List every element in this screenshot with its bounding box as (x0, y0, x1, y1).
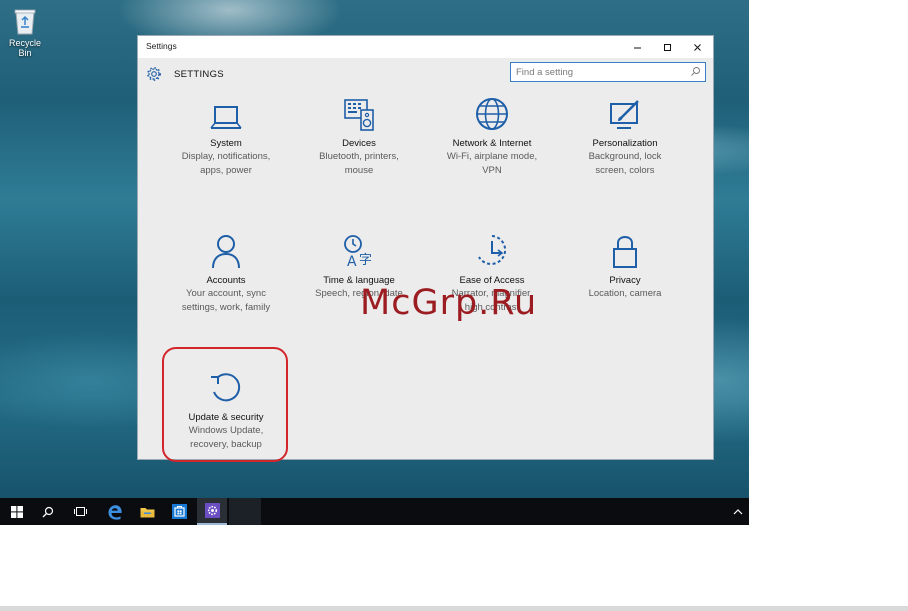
recycle-bin-label: Recycle Bin (8, 38, 41, 58)
minimize-button[interactable] (625, 36, 649, 58)
file-explorer-button[interactable] (132, 498, 162, 525)
search-box[interactable] (510, 62, 706, 82)
maximize-button[interactable] (655, 36, 679, 58)
windows-logo-icon (11, 505, 23, 518)
globe-icon (476, 98, 508, 130)
search-input[interactable] (511, 63, 686, 81)
highlight-circle (162, 347, 288, 462)
edge-button[interactable] (100, 498, 130, 525)
tile-network-internet[interactable]: Network & Internet Wi-Fi, airplane mode,… (431, 94, 553, 177)
tile-accounts[interactable]: Accounts Your account, sync settings, wo… (165, 231, 287, 314)
edge-icon (108, 504, 122, 520)
start-button[interactable] (2, 498, 32, 525)
tile-label: Accounts (206, 275, 246, 286)
page-footer-rule (0, 606, 908, 611)
chevron-up-icon (733, 509, 743, 515)
tile-personalization[interactable]: Personalization Background, lock screen,… (564, 94, 686, 177)
settings-button[interactable] (197, 498, 227, 525)
title-bar[interactable]: Settings (138, 36, 713, 58)
task-view-icon (73, 507, 87, 516)
ease-of-access-icon (478, 235, 507, 265)
search-icon[interactable] (690, 66, 701, 77)
recycle-bin[interactable]: Recycle Bin (2, 6, 48, 58)
person-icon (212, 235, 240, 269)
task-view-button[interactable] (66, 498, 94, 525)
settings-gear-icon (204, 503, 220, 518)
taskbar (0, 498, 749, 525)
maximize-icon (663, 43, 671, 51)
store-button[interactable] (165, 498, 193, 525)
folder-icon (140, 507, 154, 517)
lock-icon (613, 236, 637, 268)
minimize-icon (633, 47, 641, 48)
tile-description: Location, camera (588, 288, 662, 299)
svg-text:A: A (347, 254, 357, 269)
tile-system[interactable]: System Display, notifications, apps, pow… (165, 94, 287, 177)
tile-description: Wi-Fi, airplane mode, VPN (446, 151, 538, 176)
settings-header: SETTINGS (146, 65, 224, 83)
watermark: McGrp.Ru (360, 283, 538, 323)
search-icon (42, 506, 54, 517)
tile-label: Devices (342, 138, 376, 149)
tile-devices[interactable]: Devices Bluetooth, printers, mouse (298, 94, 420, 177)
tile-description: Background, lock screen, colors (588, 151, 662, 176)
tile-privacy[interactable]: Privacy Location, camera (564, 231, 686, 301)
tile-description: Display, notifications, apps, power (181, 151, 271, 176)
close-icon (693, 43, 701, 51)
close-button[interactable] (685, 36, 709, 58)
show-hidden-icons-button[interactable] (728, 498, 748, 525)
svg-text:字: 字 (359, 253, 372, 268)
tile-label: Privacy (609, 275, 641, 286)
tile-label: System (210, 138, 242, 149)
taskbar-open-slot[interactable] (229, 498, 261, 525)
paint-screen-icon (610, 100, 639, 129)
desktop: Recycle Bin Settings SETTINGS Find a set… (0, 0, 749, 498)
laptop-icon (210, 106, 242, 129)
recycle-bin-icon (14, 9, 36, 35)
page-title: SETTINGS (174, 68, 224, 80)
tile-description: Your account, sync settings, work, famil… (181, 288, 271, 313)
tile-label: Network & Internet (452, 138, 532, 149)
window-title: Settings (146, 41, 177, 51)
tile-label: Personalization (592, 138, 658, 149)
time-language-icon: A 字 (344, 235, 372, 269)
store-icon (171, 504, 187, 519)
search-button[interactable] (34, 498, 62, 525)
gear-icon (147, 67, 161, 81)
tile-description: Bluetooth, printers, mouse (319, 151, 399, 176)
keyboard-speaker-icon (344, 99, 374, 131)
